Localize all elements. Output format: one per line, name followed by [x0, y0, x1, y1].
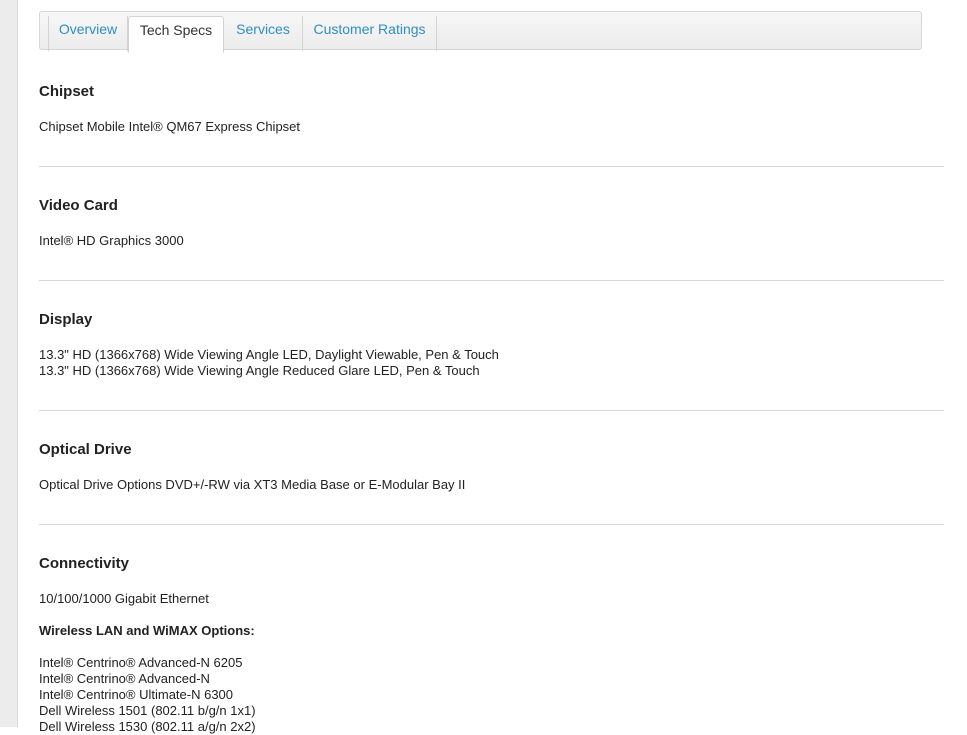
wireless-option: Intel® Centrino® Ultimate-N 6300	[39, 687, 234, 702]
section-title-video-card: Video Card	[39, 197, 118, 214]
section-divider	[39, 166, 944, 167]
chipset-value: Chipset Mobile Intel® QM67 Express Chips…	[39, 119, 301, 134]
tab-services[interactable]: Services	[224, 16, 303, 51]
display-option: 13.3" HD (1366x768) Wide Viewing Angle R…	[39, 363, 480, 378]
wireless-option: Dell Wireless 1501 (802.11 b/g/n 1x1)	[39, 703, 256, 718]
section-title-connectivity: Connectivity	[39, 555, 130, 572]
tab-bar: Overview Tech Specs Services Customer Ra…	[39, 11, 922, 53]
wireless-option: Intel® Centrino® Advanced-N	[39, 671, 210, 686]
section-divider	[39, 410, 944, 411]
optical-drive-value: Optical Drive Options DVD+/-RW via XT3 M…	[39, 477, 466, 492]
section-title-chipset: Chipset	[39, 83, 95, 100]
wireless-option: Intel® Centrino® Advanced-N 6205	[39, 655, 243, 670]
wireless-option: Dell Wireless 1530 (802.11 a/g/n 2x2)	[39, 719, 256, 734]
section-title-optical-drive: Optical Drive	[39, 441, 132, 458]
video-card-value: Intel® HD Graphics 3000	[39, 233, 184, 248]
section-title-display: Display	[39, 311, 93, 328]
tab-tech-specs[interactable]: Tech Specs	[128, 16, 224, 53]
wireless-options-heading: Wireless LAN and WiMAX Options:	[39, 623, 255, 638]
display-option: 13.3" HD (1366x768) Wide Viewing Angle L…	[39, 347, 499, 362]
tab-overview[interactable]: Overview	[49, 16, 128, 51]
tab-customer-ratings[interactable]: Customer Ratings	[303, 16, 437, 51]
section-divider	[39, 280, 944, 281]
section-divider	[39, 524, 944, 525]
left-rail	[0, 0, 18, 727]
connectivity-ethernet: 10/100/1000 Gigabit Ethernet	[39, 591, 209, 606]
